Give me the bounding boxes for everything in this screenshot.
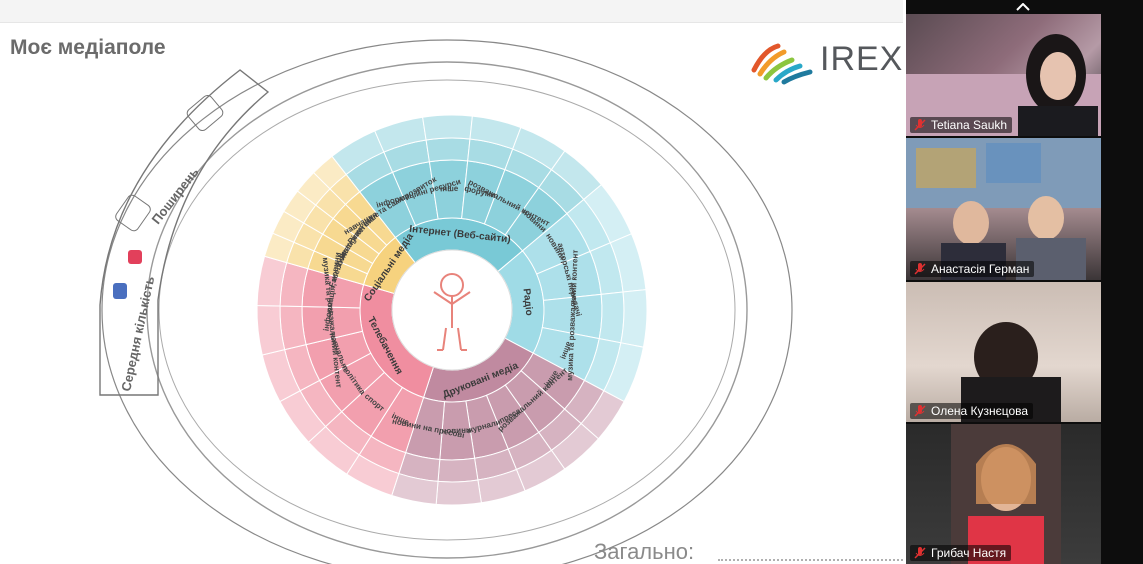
sector-outer-wedge: [256, 304, 286, 356]
heart-icon: [128, 250, 142, 264]
shared-screen-slide: Моє медіаполе IREX навчання та саморозви…: [0, 0, 903, 564]
sector-outer-wedge: [279, 305, 307, 351]
sector-outer-wedge: [425, 137, 471, 163]
sector-outer-wedge: [437, 457, 479, 483]
participant-name: Tetiana Saukh: [931, 118, 1008, 132]
like-icon: [113, 283, 127, 299]
participant-video: [961, 322, 1061, 422]
muted-mic-icon: [914, 547, 926, 559]
sector-outer-wedge: [435, 479, 482, 506]
total-dotted-line: [718, 559, 903, 561]
sector-item-label: інше: [440, 184, 459, 193]
media-field-wheel: навчання та саморозвитокінформаційні рес…: [99, 39, 793, 564]
participant-tile[interactable]: Tetiana Saukh: [906, 14, 1101, 136]
participant-name-label: Tetiana Saukh: [910, 117, 1013, 133]
sector-outer-wedge: [598, 291, 625, 344]
sector-outer-wedge: [422, 114, 473, 141]
chevron-up-icon[interactable]: [1010, 0, 1036, 14]
participant-name-label: Олена Кузнєцова: [910, 403, 1034, 419]
participant-video: [951, 424, 1061, 564]
participant-name: Анастасія Герман: [931, 262, 1030, 276]
participant-tile[interactable]: Грибач Настя: [906, 424, 1101, 564]
participant-name: Грибач Настя: [931, 546, 1007, 560]
side-panel-outline: [99, 69, 270, 396]
muted-mic-icon: [914, 405, 926, 417]
muted-mic-icon: [914, 263, 926, 275]
participant-tile[interactable]: Анастасія Герман: [906, 138, 1101, 280]
sector-outer-wedge: [620, 289, 648, 348]
participant-name-label: Анастасія Герман: [910, 261, 1035, 277]
participant-tile[interactable]: Олена Кузнєцова: [906, 282, 1101, 422]
side-label-spread: Поширень: [149, 165, 202, 227]
participant-name: Олена Кузнєцова: [931, 404, 1029, 418]
participant-name-label: Грибач Настя: [910, 545, 1012, 561]
muted-mic-icon: [914, 119, 926, 131]
participant-video: [906, 138, 1101, 280]
total-label: Загально:: [594, 539, 695, 564]
